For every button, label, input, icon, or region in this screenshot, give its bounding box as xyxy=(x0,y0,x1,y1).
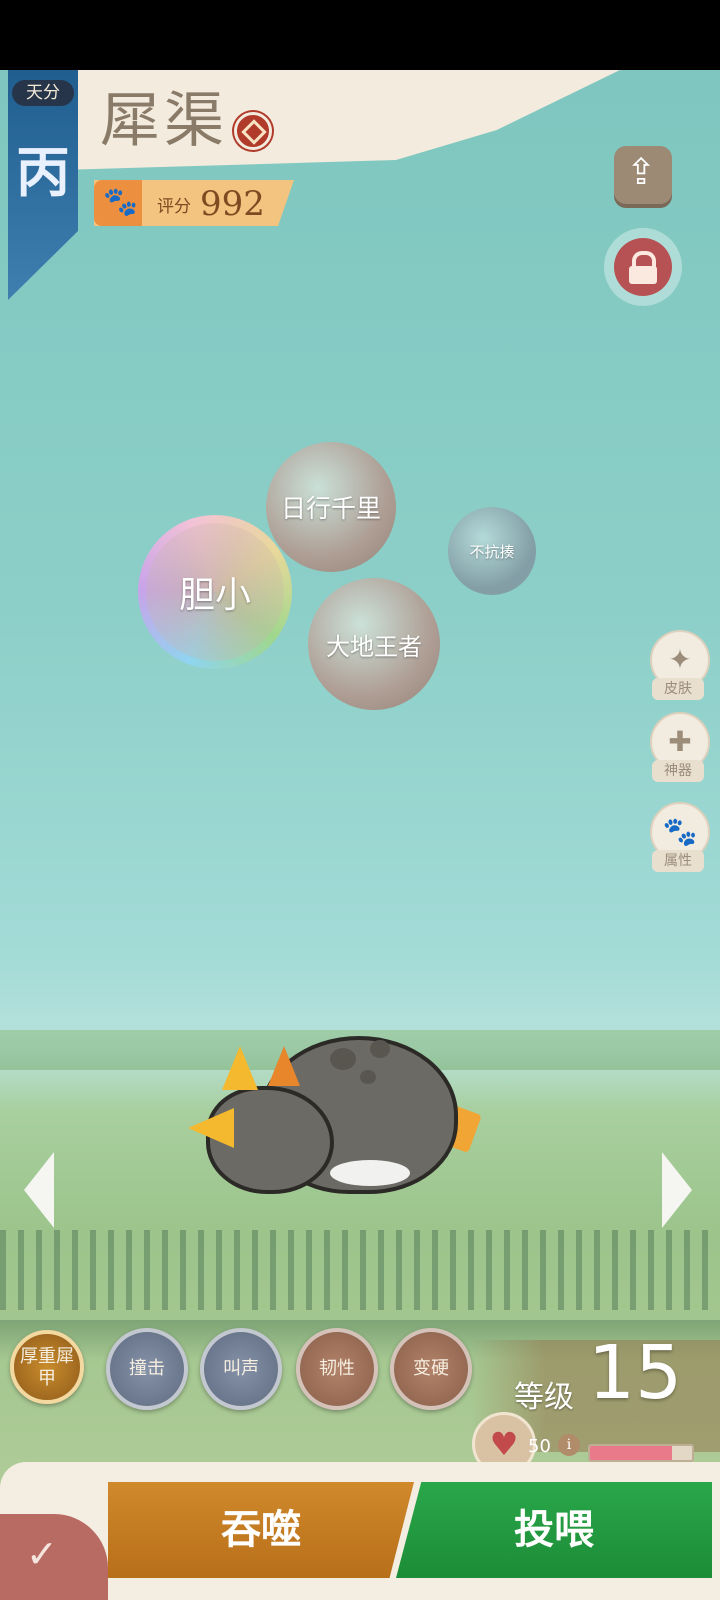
artifact-button[interactable]: ✚ 神器 xyxy=(650,712,710,782)
skin-label: 皮肤 xyxy=(652,678,704,700)
score-label: 评分 xyxy=(157,197,191,217)
score-value: 992 xyxy=(200,184,265,224)
artifact-label: 神器 xyxy=(652,760,704,782)
share-button[interactable]: ⇪ xyxy=(614,146,672,204)
rhino-spot xyxy=(360,1070,376,1084)
previous-pet-arrow-icon[interactable] xyxy=(24,1152,54,1228)
skill-ram[interactable]: 撞击 xyxy=(106,1328,188,1410)
rhino-belly xyxy=(330,1160,410,1186)
rank-label: 天分 xyxy=(12,80,74,106)
skill-toughness[interactable]: 韧性 xyxy=(296,1328,378,1410)
skill-harden[interactable]: 变硬 xyxy=(390,1328,472,1410)
rhino-horn xyxy=(222,1046,258,1090)
food-count: 50 xyxy=(528,1436,551,1457)
devour-button[interactable]: 吞噬 xyxy=(108,1482,414,1578)
attributes-button[interactable]: 🐾 属性 xyxy=(650,802,710,872)
level-label: 等级 xyxy=(514,1380,574,1415)
pet-name: 犀渠 xyxy=(100,86,228,156)
feed-button[interactable]: 投喂 xyxy=(396,1482,712,1578)
rhino-spot xyxy=(370,1040,390,1058)
rhino-spot xyxy=(330,1048,356,1070)
rhino-horn xyxy=(188,1108,234,1148)
level-value: 15 xyxy=(588,1330,683,1416)
element-badge-icon xyxy=(234,112,272,150)
share-icon: ⇪ xyxy=(626,152,657,193)
rank-value: 丙 xyxy=(16,140,70,204)
attributes-label: 属性 xyxy=(652,850,704,872)
info-icon[interactable]: i xyxy=(558,1434,580,1456)
next-pet-arrow-icon[interactable] xyxy=(662,1152,692,1228)
trait-bubble[interactable]: 大地王者 xyxy=(308,578,440,710)
rhino-horn xyxy=(268,1046,300,1086)
grass-foreground xyxy=(0,1230,720,1310)
hunger-bar xyxy=(588,1444,694,1462)
trait-bubble[interactable]: 胆小 xyxy=(138,515,292,669)
trait-bubble[interactable]: 日行千里 xyxy=(266,442,396,572)
skin-button[interactable]: ✦ 皮肤 xyxy=(650,630,710,700)
hunger-fill xyxy=(590,1446,672,1460)
status-bar xyxy=(0,0,720,70)
skill-heavy-armor[interactable]: 厚重犀甲 xyxy=(10,1330,84,1404)
lock-button[interactable] xyxy=(604,228,682,306)
paw-icon: 🐾 xyxy=(94,180,142,226)
lock-icon xyxy=(614,238,672,296)
skill-roar[interactable]: 叫声 xyxy=(200,1328,282,1410)
trait-bubble[interactable]: 不抗揍 xyxy=(448,507,536,595)
